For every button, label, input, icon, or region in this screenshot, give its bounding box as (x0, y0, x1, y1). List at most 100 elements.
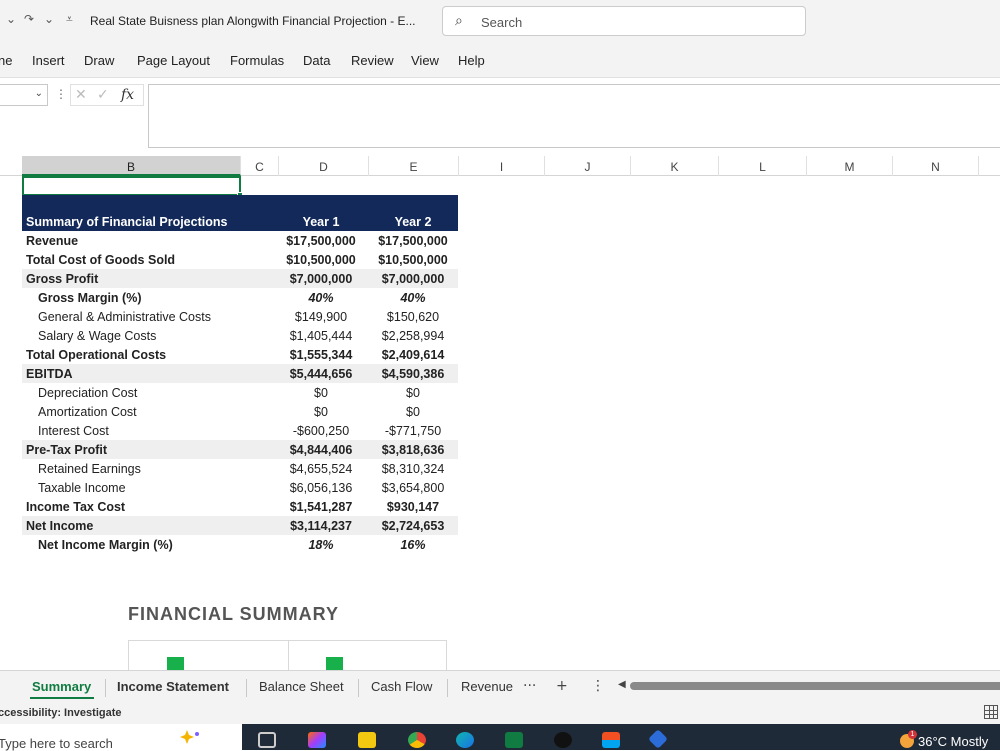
worksheet-grid[interactable]: Summary of Financial Projections Year 1 … (0, 176, 1000, 670)
horizontal-scrollbar[interactable]: ◀ (618, 679, 1000, 691)
table-row: Amortization Cost $0 $0 (22, 402, 458, 421)
row-label: Total Operational Costs (26, 348, 167, 362)
ribbon-menu: ne Insert Draw Page Layout Formulas Data… (0, 42, 1000, 78)
cancel-icon[interactable]: ✕ (75, 87, 87, 103)
formula-buttons: ✕ ✓ fx (70, 84, 144, 106)
year2-value: $0 (406, 386, 420, 400)
menu-help[interactable]: Help (458, 53, 485, 68)
upwork-icon[interactable] (554, 732, 572, 748)
year2-value: $3,818,636 (381, 443, 445, 457)
excel-icon[interactable] (505, 732, 523, 748)
menu-draw[interactable]: Draw (84, 53, 114, 68)
menu-insert[interactable]: Insert (32, 53, 65, 68)
column-header-l[interactable]: L (719, 156, 807, 176)
redo-icon[interactable]: ↷ (24, 12, 34, 26)
search-box[interactable]: ⌕ Search (442, 6, 806, 36)
formula-bar: ⌄ ⋮ ✕ ✓ fx (0, 78, 1000, 156)
add-sheet-icon[interactable]: + (556, 678, 568, 694)
row-label: Income Tax Cost (26, 500, 126, 514)
tab-separator (358, 679, 359, 697)
file-explorer-icon[interactable] (358, 732, 376, 748)
task-view-icon[interactable] (258, 732, 276, 748)
table-row: Salary & Wage Costs $1,405,444 $2,258,994 (22, 326, 458, 345)
row-label: General & Administrative Costs (38, 310, 211, 324)
financial-summary-title: FINANCIAL SUMMARY (128, 604, 339, 624)
insert-function-icon[interactable]: fx (121, 87, 134, 103)
selected-cell[interactable] (22, 176, 243, 198)
copilot-icon[interactable] (308, 732, 326, 748)
year1-value: 18% (308, 538, 334, 552)
column-header-k[interactable]: K (631, 156, 719, 176)
table-row: Depreciation Cost $0 $0 (22, 383, 458, 402)
table-row: Net Income $3,114,237 $2,724,653 (22, 516, 458, 535)
row-label: Gross Profit (26, 272, 99, 286)
tab-revenue[interactable]: Revenue (461, 679, 513, 694)
weather-widget[interactable]: 1 36°C Mostly (900, 730, 989, 749)
year2-value: -$771,750 (384, 424, 442, 438)
search-icon: ⌕ (455, 13, 463, 29)
customize-toolbar-icon[interactable]: ⩡ (66, 12, 73, 27)
tab-separator (447, 679, 448, 697)
table-row: Income Tax Cost $1,541,287 $930,147 (22, 497, 458, 516)
chevron-down-icon[interactable]: ⌄ (35, 88, 43, 99)
more-options-icon[interactable]: ⋮ (55, 87, 67, 101)
sparkle-icon (180, 730, 199, 744)
column-header-e[interactable]: E (369, 156, 459, 176)
menu-data[interactable]: Data (303, 53, 330, 68)
store-icon[interactable] (602, 732, 620, 748)
year2-value: $2,409,614 (381, 348, 445, 362)
year2-value: $3,654,800 (381, 481, 445, 495)
weather-icon: 1 (900, 730, 917, 748)
column-header-d[interactable]: D (279, 156, 369, 176)
tab-income-statement[interactable]: Income Statement (117, 679, 229, 694)
column-header-n[interactable]: N (893, 156, 979, 176)
undo-dropdown-icon[interactable]: ⌄ (6, 12, 16, 26)
formula-input[interactable] (148, 84, 1000, 148)
table-row: Gross Margin (%) 40% 40% (22, 288, 458, 307)
chart-divider (288, 640, 289, 670)
edge-icon[interactable] (456, 732, 474, 748)
menu-home[interactable]: ne (0, 53, 12, 68)
status-bar: ccessibility: Investigate (0, 702, 1000, 724)
year2-value: $17,500,000 (378, 234, 448, 248)
menu-formulas[interactable]: Formulas (230, 53, 284, 68)
column-header-i[interactable]: I (459, 156, 545, 176)
confirm-icon[interactable]: ✓ (97, 87, 109, 103)
column-header-c[interactable]: C (241, 156, 279, 176)
sheet-options-icon[interactable]: ⋮ (591, 678, 605, 694)
scroll-left-icon[interactable]: ◀ (618, 679, 626, 690)
year1-value: $1,541,287 (289, 500, 353, 514)
column-header-j[interactable]: J (545, 156, 631, 176)
tab-cash-flow[interactable]: Cash Flow (371, 679, 432, 694)
tab-separator (246, 679, 247, 697)
table-row: Taxable Income $6,056,136 $3,654,800 (22, 478, 458, 497)
taskbar-search[interactable]: Type here to search (0, 724, 242, 751)
accessibility-status[interactable]: ccessibility: Investigate (0, 707, 122, 719)
column-header-b[interactable]: B (22, 156, 241, 176)
column-header-m[interactable]: M (807, 156, 893, 176)
table-row: Gross Profit $7,000,000 $7,000,000 (22, 269, 458, 288)
table-row: Retained Earnings $4,655,524 $8,310,324 (22, 459, 458, 478)
row-label: Salary & Wage Costs (38, 329, 157, 343)
menu-page-layout[interactable]: Page Layout (137, 53, 210, 68)
table-row: EBITDA $5,444,656 $4,590,386 (22, 364, 458, 383)
menu-view[interactable]: View (411, 53, 439, 68)
chrome-icon[interactable] (408, 732, 426, 748)
menu-review[interactable]: Review (351, 53, 394, 68)
year2-value: $2,258,994 (381, 329, 445, 343)
chart-divider (446, 640, 447, 670)
table-row: Interest Cost -$600,250 -$771,750 (22, 421, 458, 440)
weather-text: 36°C Mostly (918, 734, 989, 749)
year1-value: $4,844,406 (289, 443, 353, 457)
name-box[interactable]: ⌄ (0, 84, 48, 106)
tab-balance-sheet[interactable]: Balance Sheet (259, 679, 344, 694)
scrollbar-thumb[interactable] (630, 682, 1000, 690)
normal-view-icon[interactable] (984, 705, 998, 719)
year1-value: $3,114,237 (290, 519, 352, 533)
more-tabs-icon[interactable]: ··· (523, 678, 536, 694)
active-tab-indicator (30, 697, 94, 699)
redo-dropdown-icon[interactable]: ⌄ (44, 12, 54, 26)
row-label: Amortization Cost (38, 405, 137, 419)
tab-summary[interactable]: Summary (32, 679, 91, 694)
app-icon[interactable] (648, 729, 668, 749)
